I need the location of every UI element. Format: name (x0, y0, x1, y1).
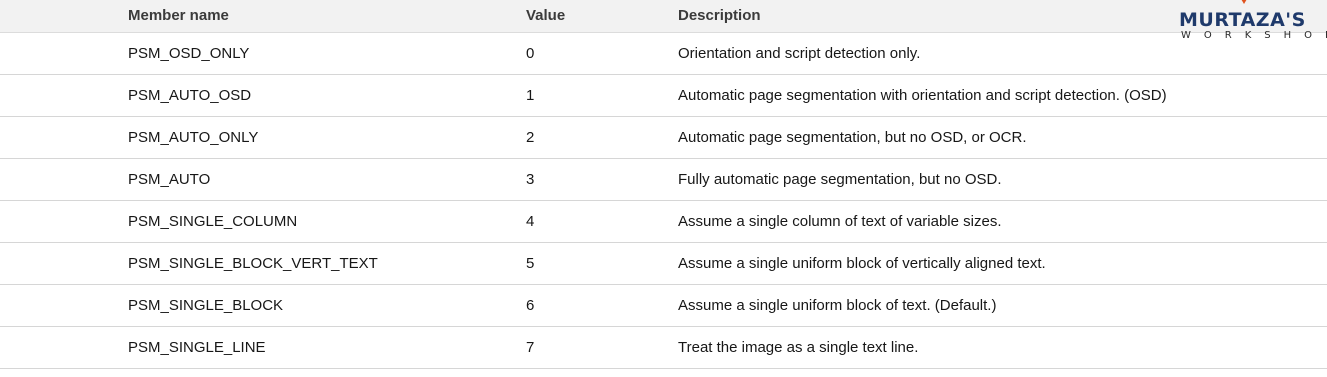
description-cell: Treat the image as a single text line. (678, 326, 1327, 369)
row-spacer (0, 242, 128, 285)
enum-table: Member name Value Description PSM_OSD_ON… (0, 0, 1327, 369)
member-name-cell: PSM_OSD_ONLY (128, 32, 526, 75)
description-cell: Assume a single uniform block of text. (… (678, 284, 1327, 327)
row-spacer (0, 200, 128, 243)
page: Member name Value Description PSM_OSD_ON… (0, 0, 1327, 377)
row-spacer (0, 158, 128, 201)
row-spacer (0, 116, 128, 159)
table-row: PSM_AUTO 3 Fully automatic page segmenta… (0, 158, 1327, 201)
table-header-row: Member name Value Description (0, 0, 1327, 33)
value-cell: 5 (526, 242, 678, 285)
value-cell: 3 (526, 158, 678, 201)
table-row: PSM_SINGLE_LINE 7 Treat the image as a s… (0, 326, 1327, 369)
header-spacer (0, 0, 128, 33)
description-cell: Automatic page segmentation, but no OSD,… (678, 116, 1327, 159)
header-value: Value (526, 0, 678, 33)
value-cell: 4 (526, 200, 678, 243)
description-cell: Assume a single column of text of variab… (678, 200, 1327, 243)
row-spacer (0, 284, 128, 327)
table-body: PSM_OSD_ONLY 0 Orientation and script de… (0, 32, 1327, 369)
table-header: Member name Value Description (0, 0, 1327, 33)
value-cell: 1 (526, 74, 678, 117)
member-name-cell: PSM_AUTO_OSD (128, 74, 526, 117)
header-member-name: Member name (128, 0, 526, 33)
value-cell: 6 (526, 284, 678, 327)
watermark-title: MURTAZA'S (1179, 9, 1306, 31)
table-row: PSM_AUTO_ONLY 2 Automatic page segmentat… (0, 116, 1327, 159)
row-spacer (0, 32, 128, 75)
watermark-logo: MURTAZA'S WORKSHOP (1177, 0, 1327, 44)
row-spacer (0, 326, 128, 369)
description-cell: Assume a single uniform block of vertica… (678, 242, 1327, 285)
table-row: PSM_OSD_ONLY 0 Orientation and script de… (0, 32, 1327, 75)
member-name-cell: PSM_AUTO_ONLY (128, 116, 526, 159)
value-cell: 2 (526, 116, 678, 159)
table-row: PSM_SINGLE_COLUMN 4 Assume a single colu… (0, 200, 1327, 243)
table-row: PSM_SINGLE_BLOCK_VERT_TEXT 5 Assume a si… (0, 242, 1327, 285)
member-name-cell: PSM_SINGLE_BLOCK_VERT_TEXT (128, 242, 526, 285)
value-cell: 7 (526, 326, 678, 369)
member-name-cell: PSM_SINGLE_LINE (128, 326, 526, 369)
description-cell: Automatic page segmentation with orienta… (678, 74, 1327, 117)
row-spacer (0, 74, 128, 117)
watermark-subtitle: WORKSHOP (1181, 30, 1327, 41)
member-name-cell: PSM_SINGLE_COLUMN (128, 200, 526, 243)
description-cell: Fully automatic page segmentation, but n… (678, 158, 1327, 201)
member-name-cell: PSM_SINGLE_BLOCK (128, 284, 526, 327)
logo-mark-icon (1238, 0, 1250, 4)
value-cell: 0 (526, 32, 678, 75)
member-name-cell: PSM_AUTO (128, 158, 526, 201)
table-row: PSM_SINGLE_BLOCK 6 Assume a single unifo… (0, 284, 1327, 327)
table-row: PSM_AUTO_OSD 1 Automatic page segmentati… (0, 74, 1327, 117)
